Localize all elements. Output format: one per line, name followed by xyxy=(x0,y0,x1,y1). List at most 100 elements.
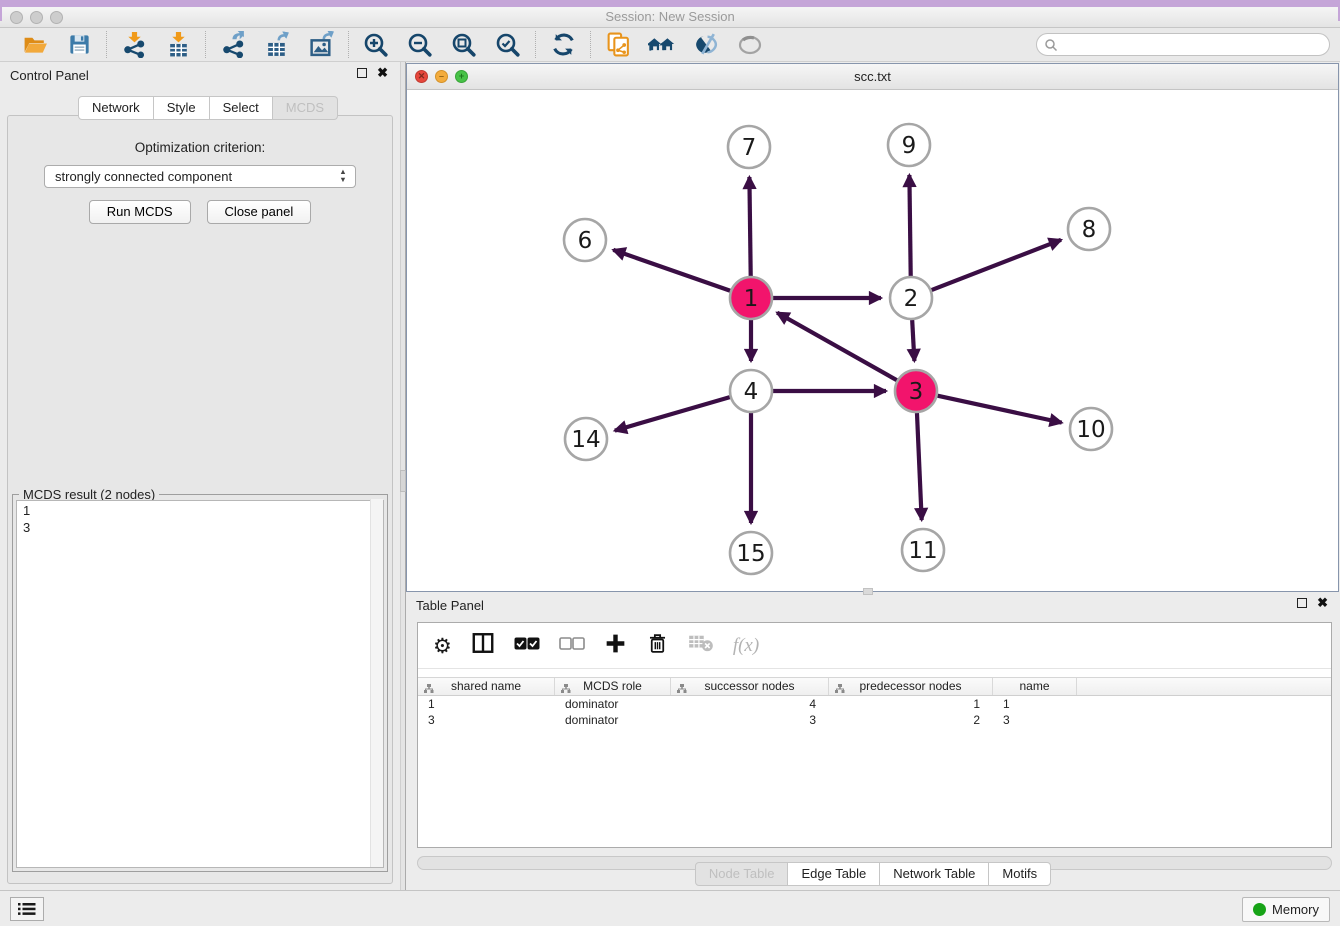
tab-select[interactable]: Select xyxy=(210,96,273,120)
result-scrollbar[interactable] xyxy=(370,499,383,867)
show-column-icon[interactable] xyxy=(471,631,495,660)
graph-node-3[interactable]: 3 xyxy=(895,370,937,412)
control-panel-header: Control Panel ✖ xyxy=(0,62,400,90)
cell-predecessor-nodes[interactable]: 2 xyxy=(829,712,993,728)
close-window-icon[interactable] xyxy=(10,11,23,24)
column-header-successor-nodes[interactable]: successor nodes xyxy=(671,678,829,695)
close-table-panel-icon[interactable]: ✖ xyxy=(1317,598,1328,608)
export-table-icon[interactable] xyxy=(263,31,291,59)
float-panel-icon[interactable] xyxy=(357,68,367,78)
zoom-selected-icon[interactable] xyxy=(494,31,522,59)
graph-node-4[interactable]: 4 xyxy=(730,370,772,412)
create-column-icon[interactable] xyxy=(604,632,627,660)
select-stepper-icon: ▲▼ xyxy=(338,168,348,186)
graph-node-15[interactable]: 15 xyxy=(730,532,772,574)
tab-network-table[interactable]: Network Table xyxy=(880,862,989,886)
column-type-icon xyxy=(561,682,571,695)
import-network-icon[interactable] xyxy=(120,31,148,59)
preview-icon[interactable] xyxy=(736,31,764,59)
table-row-2[interactable]: 3dominator323 xyxy=(418,712,1331,728)
graph-edge-1-6[interactable] xyxy=(613,250,730,291)
cell-shared-name[interactable]: 1 xyxy=(418,696,555,712)
memory-button[interactable]: Memory xyxy=(1242,897,1330,922)
export-image-icon[interactable] xyxy=(307,31,335,59)
tab-motifs[interactable]: Motifs xyxy=(989,862,1051,886)
cell-name[interactable]: 3 xyxy=(993,712,1077,728)
network-close-icon[interactable]: ✕ xyxy=(415,70,428,83)
graph-node-7[interactable]: 7 xyxy=(728,126,770,168)
graph-node-1[interactable]: 1 xyxy=(730,277,772,319)
column-header-label: shared name xyxy=(451,679,521,693)
graph-edge-2-9[interactable] xyxy=(909,175,910,276)
column-header-label: successor nodes xyxy=(704,679,794,693)
apply-layout-icon[interactable] xyxy=(549,31,577,59)
graph-node-11[interactable]: 11 xyxy=(902,529,944,571)
minimize-window-icon[interactable] xyxy=(30,11,43,24)
save-session-icon[interactable] xyxy=(65,31,93,59)
network-canvas[interactable]: 1 2 3 4 6 7 8 9 10 11 14 15 xyxy=(407,90,1338,591)
zoom-out-icon[interactable] xyxy=(406,31,434,59)
table-settings-gear-icon[interactable]: ⚙ xyxy=(433,635,452,657)
tab-node-table[interactable]: Node Table xyxy=(695,862,789,886)
network-minimize-icon[interactable]: – xyxy=(435,70,448,83)
delete-column-trash-icon[interactable] xyxy=(646,632,669,660)
graph-node-9[interactable]: 9 xyxy=(888,124,930,166)
tab-network[interactable]: Network xyxy=(78,96,154,120)
network-maximize-icon[interactable]: + xyxy=(455,70,468,83)
graph-edge-2-3[interactable] xyxy=(912,320,914,361)
clone-network-icon[interactable] xyxy=(604,31,632,59)
column-header-shared-name[interactable]: shared name xyxy=(418,678,555,695)
task-history-button[interactable] xyxy=(10,897,44,921)
column-header-name[interactable]: name xyxy=(993,678,1077,695)
close-panel-icon[interactable]: ✖ xyxy=(377,68,388,78)
zoom-window-icon[interactable] xyxy=(50,11,63,24)
graph-edge-2-8[interactable] xyxy=(932,240,1062,290)
graph-node-10[interactable]: 10 xyxy=(1070,408,1112,450)
network-window-titlebar[interactable]: ✕ – + scc.txt xyxy=(407,64,1338,90)
optimization-criterion-select[interactable]: strongly connected component ▲▼ xyxy=(44,165,356,188)
tab-style[interactable]: Style xyxy=(154,96,210,120)
function-builder-icon[interactable]: f(x) xyxy=(733,635,759,657)
graph-node-8[interactable]: 8 xyxy=(1068,208,1110,250)
tab-edge-table[interactable]: Edge Table xyxy=(788,862,880,886)
graph-edge-3-10[interactable] xyxy=(937,396,1061,423)
cell-successor-nodes[interactable]: 3 xyxy=(671,712,829,728)
zoom-fit-icon[interactable] xyxy=(450,31,478,59)
mcds-result-text[interactable]: 1 3 xyxy=(16,500,384,868)
graph-edge-4-14[interactable] xyxy=(615,397,730,430)
table-row-1[interactable]: 1dominator411 xyxy=(418,696,1331,712)
delete-table-icon[interactable] xyxy=(688,633,714,658)
select-all-columns-icon[interactable] xyxy=(514,636,540,656)
graph-node-label: 4 xyxy=(744,379,759,405)
graph-edge-3-1[interactable] xyxy=(777,313,897,380)
graph-node-14[interactable]: 14 xyxy=(565,418,607,460)
cell-successor-nodes[interactable]: 4 xyxy=(671,696,829,712)
graph-node-6[interactable]: 6 xyxy=(564,219,606,261)
export-network-icon[interactable] xyxy=(219,31,247,59)
import-table-icon[interactable] xyxy=(164,31,192,59)
show-all-networks-icon[interactable] xyxy=(648,31,676,59)
open-session-icon[interactable] xyxy=(21,31,49,59)
column-header-MCDS-role[interactable]: MCDS role xyxy=(555,678,671,695)
cell-MCDS-role[interactable]: dominator xyxy=(555,696,671,712)
graph-edge-1-7[interactable] xyxy=(749,177,750,276)
unselect-all-columns-icon[interactable] xyxy=(559,636,585,656)
close-panel-button[interactable]: Close panel xyxy=(207,200,312,224)
zoom-in-icon[interactable] xyxy=(362,31,390,59)
cell-name[interactable]: 1 xyxy=(993,696,1077,712)
hide-panel-icon[interactable] xyxy=(692,31,720,59)
graph-edge-3-11[interactable] xyxy=(917,413,922,520)
float-table-panel-icon[interactable] xyxy=(1297,598,1307,608)
horizontal-splitter-grip[interactable] xyxy=(863,588,873,595)
search-box[interactable] xyxy=(1036,33,1330,56)
cell-predecessor-nodes[interactable]: 1 xyxy=(829,696,993,712)
mcds-panel: Optimization criterion: strongly connect… xyxy=(7,115,393,884)
search-input[interactable] xyxy=(1058,36,1329,54)
cell-MCDS-role[interactable]: dominator xyxy=(555,712,671,728)
memory-status-icon xyxy=(1253,903,1266,916)
graph-node-2[interactable]: 2 xyxy=(890,277,932,319)
column-header-predecessor-nodes[interactable]: predecessor nodes xyxy=(829,678,993,695)
tab-mcds[interactable]: MCDS xyxy=(273,96,338,120)
cell-shared-name[interactable]: 3 xyxy=(418,712,555,728)
run-mcds-button[interactable]: Run MCDS xyxy=(89,200,191,224)
